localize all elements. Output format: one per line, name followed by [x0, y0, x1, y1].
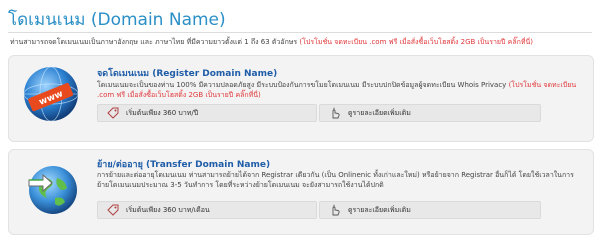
register-price-button[interactable]: เริ่มต้นเพียง 360 บาท/ปี — [97, 104, 317, 122]
transfer-detail-label: ดูรายละเอียดเพิ่มเติม — [348, 205, 411, 214]
price-tag-icon — [106, 203, 120, 217]
register-description: โดเมนเนมจะเป็นของท่าน 100% มีความปลอดภัย… — [97, 80, 583, 100]
transfer-price-button[interactable]: เริ่มต้นเพียง 360 บาท/เดือน — [97, 201, 317, 219]
transfer-domain-card: ย้าย/ต่ออายุ (Transfer Domain Name) การย… — [8, 149, 594, 235]
register-detail-label: ดูรายละเอียดเพิ่มเติม — [348, 108, 411, 117]
hand-pointer-icon — [328, 203, 342, 217]
transfer-description: การย้ายและต่ออายุโดเมนเนม ท่านสามารถย้าย… — [97, 171, 574, 189]
register-price-label: เริ่มต้นเพียง 360 บาท/ปี — [126, 108, 199, 117]
transfer-price-label: เริ่มต้นเพียง 360 บาท/เดือน — [126, 205, 210, 214]
intro-text: ท่านสามารถจดโดเมนเนมเป็นภาษาอังกฤษ และ ภ… — [10, 37, 595, 48]
register-detail-button[interactable]: ดูรายละเอียดเพิ่มเติม — [319, 104, 541, 122]
price-tag-icon — [106, 106, 120, 120]
hand-pointer-icon — [328, 106, 342, 120]
intro-promo-link[interactable]: (โปรโมชั่น จดทะเบียน .com ฟรี เมื่อสั่งซ… — [299, 38, 533, 46]
transfer-heading[interactable]: ย้าย/ต่ออายุ (Transfer Domain Name) — [97, 157, 270, 171]
register-heading[interactable]: จดโดเมนเนม (Register Domain Name) — [97, 66, 277, 80]
globe-transfer-icon — [21, 158, 81, 218]
globe-www-icon: www — [21, 64, 81, 124]
page-title: โดเมนเนม (Domain Name) — [8, 10, 226, 30]
register-desc-text: โดเมนเนมจะเป็นของท่าน 100% มีความปลอดภัย… — [97, 81, 507, 89]
intro-description: ท่านสามารถจดโดเมนเนมเป็นภาษาอังกฤษ และ ภ… — [10, 38, 298, 46]
title-divider — [8, 32, 592, 33]
transfer-detail-button[interactable]: ดูรายละเอียดเพิ่มเติม — [319, 201, 541, 219]
register-domain-card: www จดโดเมนเนม (Register Domain Name) โด… — [8, 55, 594, 142]
